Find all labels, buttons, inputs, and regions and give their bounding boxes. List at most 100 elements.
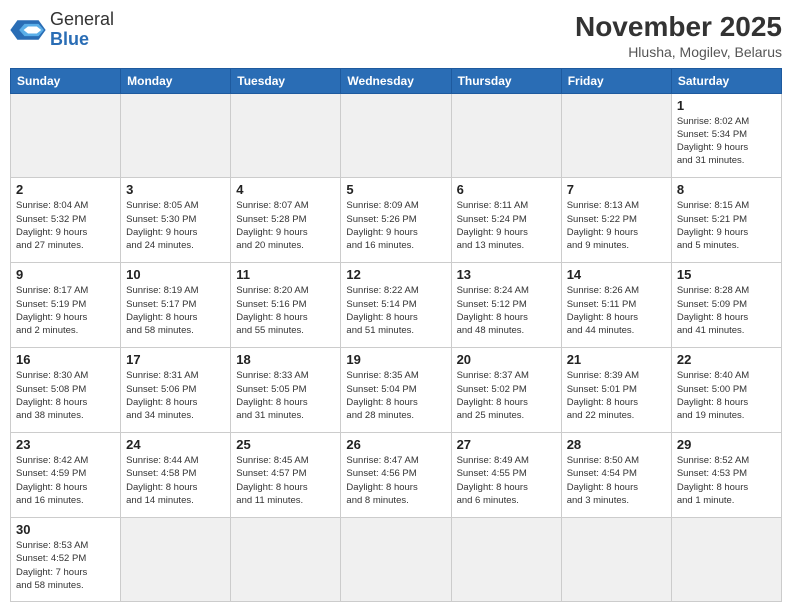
day-number: 25 [236,437,335,452]
header: General Blue November 2025 Hlusha, Mogil… [10,10,782,60]
day-number: 30 [16,522,115,537]
day-info: Sunrise: 8:24 AM Sunset: 5:12 PM Dayligh… [457,284,556,337]
calendar-cell: 12 Sunrise: 8:22 AM Sunset: 5:14 PM Dayli… [341,263,451,348]
day-number: 22 [677,352,776,367]
calendar-table: SundayMondayTuesdayWednesdayThursdayFrid… [10,68,782,602]
calendar-cell: 13 Sunrise: 8:24 AM Sunset: 5:12 PM Dayli… [451,263,561,348]
day-number: 2 [16,182,115,197]
calendar-cell: 6Sunrise: 8:11 AM Sunset: 5:24 PM Daylig… [451,178,561,263]
calendar-cell: 9Sunrise: 8:17 AM Sunset: 5:19 PM Daylig… [11,263,121,348]
day-info: Sunrise: 8:07 AM Sunset: 5:28 PM Dayligh… [236,199,335,252]
location: Hlusha, Mogilev, Belarus [575,44,782,60]
day-number: 4 [236,182,335,197]
calendar-cell: 11 Sunrise: 8:20 AM Sunset: 5:16 PM Dayli… [231,263,341,348]
calendar-cell: 15 Sunrise: 8:28 AM Sunset: 5:09 PM Dayli… [671,263,781,348]
calendar-cell: 20Sunrise: 8:37 AM Sunset: 5:02 PM Dayli… [451,348,561,433]
day-number: 21 [567,352,666,367]
calendar-cell: 1Sunrise: 8:02 AM Sunset: 5:34 PM Daylig… [671,93,781,178]
day-info: Sunrise: 8:45 AM Sunset: 4:57 PM Dayligh… [236,454,335,507]
calendar-cell: 23Sunrise: 8:42 AM Sunset: 4:59 PM Dayli… [11,433,121,518]
day-info: Sunrise: 8:50 AM Sunset: 4:54 PM Dayligh… [567,454,666,507]
day-number: 23 [16,437,115,452]
day-number: 10 [126,267,225,282]
calendar-cell: 16Sunrise: 8:30 AM Sunset: 5:08 PM Dayli… [11,348,121,433]
weekday-header-tuesday: Tuesday [231,68,341,93]
calendar-cell [561,93,671,178]
day-number: 13 [457,267,556,282]
calendar-cell: 30 Sunrise: 8:53 AM Sunset: 4:52 PM Dayli… [11,517,121,601]
week-row-5: 30 Sunrise: 8:53 AM Sunset: 4:52 PM Dayli… [11,517,782,601]
day-info: Sunrise: 8:40 AM Sunset: 5:00 PM Dayligh… [677,369,776,422]
calendar-cell: 18 Sunrise: 8:33 AM Sunset: 5:05 PM Dayli… [231,348,341,433]
day-info: Sunrise: 8:31 AM Sunset: 5:06 PM Dayligh… [126,369,225,422]
calendar-cell: 7 Sunrise: 8:13 AM Sunset: 5:22 PM Daylig… [561,178,671,263]
calendar-cell [121,517,231,601]
day-number: 7 [567,182,666,197]
day-info: Sunrise: 8:02 AM Sunset: 5:34 PM Dayligh… [677,115,776,168]
day-info: Sunrise: 8:37 AM Sunset: 5:02 PM Dayligh… [457,369,556,422]
day-number: 14 [567,267,666,282]
weekday-header-thursday: Thursday [451,68,561,93]
calendar-cell: 4 Sunrise: 8:07 AM Sunset: 5:28 PM Daylig… [231,178,341,263]
calendar-cell [231,93,341,178]
weekday-header-saturday: Saturday [671,68,781,93]
calendar-cell: 24 Sunrise: 8:44 AM Sunset: 4:58 PM Dayli… [121,433,231,518]
calendar-cell: 25 Sunrise: 8:45 AM Sunset: 4:57 PM Dayli… [231,433,341,518]
weekday-header-wednesday: Wednesday [341,68,451,93]
day-info: Sunrise: 8:28 AM Sunset: 5:09 PM Dayligh… [677,284,776,337]
weekday-header-monday: Monday [121,68,231,93]
day-info: Sunrise: 8:11 AM Sunset: 5:24 PM Dayligh… [457,199,556,252]
weekday-header-sunday: Sunday [11,68,121,93]
calendar-cell: 17 Sunrise: 8:31 AM Sunset: 5:06 PM Dayli… [121,348,231,433]
week-row-1: 2 Sunrise: 8:04 AM Sunset: 5:32 PM Daylig… [11,178,782,263]
day-number: 26 [346,437,445,452]
day-info: Sunrise: 8:53 AM Sunset: 4:52 PM Dayligh… [16,539,115,592]
day-info: Sunrise: 8:19 AM Sunset: 5:17 PM Dayligh… [126,284,225,337]
calendar-cell: 10 Sunrise: 8:19 AM Sunset: 5:17 PM Dayli… [121,263,231,348]
calendar-cell [341,93,451,178]
day-info: Sunrise: 8:09 AM Sunset: 5:26 PM Dayligh… [346,199,445,252]
day-info: Sunrise: 8:13 AM Sunset: 5:22 PM Dayligh… [567,199,666,252]
calendar-cell: 14 Sunrise: 8:26 AM Sunset: 5:11 PM Dayli… [561,263,671,348]
day-info: Sunrise: 8:20 AM Sunset: 5:16 PM Dayligh… [236,284,335,337]
calendar-cell [671,517,781,601]
title-block: November 2025 Hlusha, Mogilev, Belarus [575,10,782,60]
calendar-cell [451,517,561,601]
month-title: November 2025 [575,10,782,44]
day-number: 15 [677,267,776,282]
calendar-cell: 29Sunrise: 8:52 AM Sunset: 4:53 PM Dayli… [671,433,781,518]
calendar-cell: 22 Sunrise: 8:40 AM Sunset: 5:00 PM Dayli… [671,348,781,433]
calendar-cell: 26Sunrise: 8:47 AM Sunset: 4:56 PM Dayli… [341,433,451,518]
day-info: Sunrise: 8:15 AM Sunset: 5:21 PM Dayligh… [677,199,776,252]
day-info: Sunrise: 8:04 AM Sunset: 5:32 PM Dayligh… [16,199,115,252]
calendar-cell: 28 Sunrise: 8:50 AM Sunset: 4:54 PM Dayli… [561,433,671,518]
day-number: 11 [236,267,335,282]
day-info: Sunrise: 8:33 AM Sunset: 5:05 PM Dayligh… [236,369,335,422]
logo-icon [10,15,46,45]
day-number: 28 [567,437,666,452]
calendar-cell [11,93,121,178]
day-number: 18 [236,352,335,367]
day-number: 8 [677,182,776,197]
day-number: 9 [16,267,115,282]
calendar-cell: 19Sunrise: 8:35 AM Sunset: 5:04 PM Dayli… [341,348,451,433]
day-number: 16 [16,352,115,367]
day-info: Sunrise: 8:44 AM Sunset: 4:58 PM Dayligh… [126,454,225,507]
day-info: Sunrise: 8:05 AM Sunset: 5:30 PM Dayligh… [126,199,225,252]
week-row-4: 23Sunrise: 8:42 AM Sunset: 4:59 PM Dayli… [11,433,782,518]
day-number: 17 [126,352,225,367]
calendar-cell [341,517,451,601]
week-row-0: 1Sunrise: 8:02 AM Sunset: 5:34 PM Daylig… [11,93,782,178]
day-number: 24 [126,437,225,452]
day-number: 12 [346,267,445,282]
calendar-cell: 2 Sunrise: 8:04 AM Sunset: 5:32 PM Daylig… [11,178,121,263]
day-info: Sunrise: 8:49 AM Sunset: 4:55 PM Dayligh… [457,454,556,507]
calendar-cell [121,93,231,178]
day-info: Sunrise: 8:22 AM Sunset: 5:14 PM Dayligh… [346,284,445,337]
week-row-3: 16Sunrise: 8:30 AM Sunset: 5:08 PM Dayli… [11,348,782,433]
calendar-cell [561,517,671,601]
calendar-cell: 8 Sunrise: 8:15 AM Sunset: 5:21 PM Daylig… [671,178,781,263]
day-info: Sunrise: 8:52 AM Sunset: 4:53 PM Dayligh… [677,454,776,507]
day-info: Sunrise: 8:26 AM Sunset: 5:11 PM Dayligh… [567,284,666,337]
calendar-cell: 27Sunrise: 8:49 AM Sunset: 4:55 PM Dayli… [451,433,561,518]
